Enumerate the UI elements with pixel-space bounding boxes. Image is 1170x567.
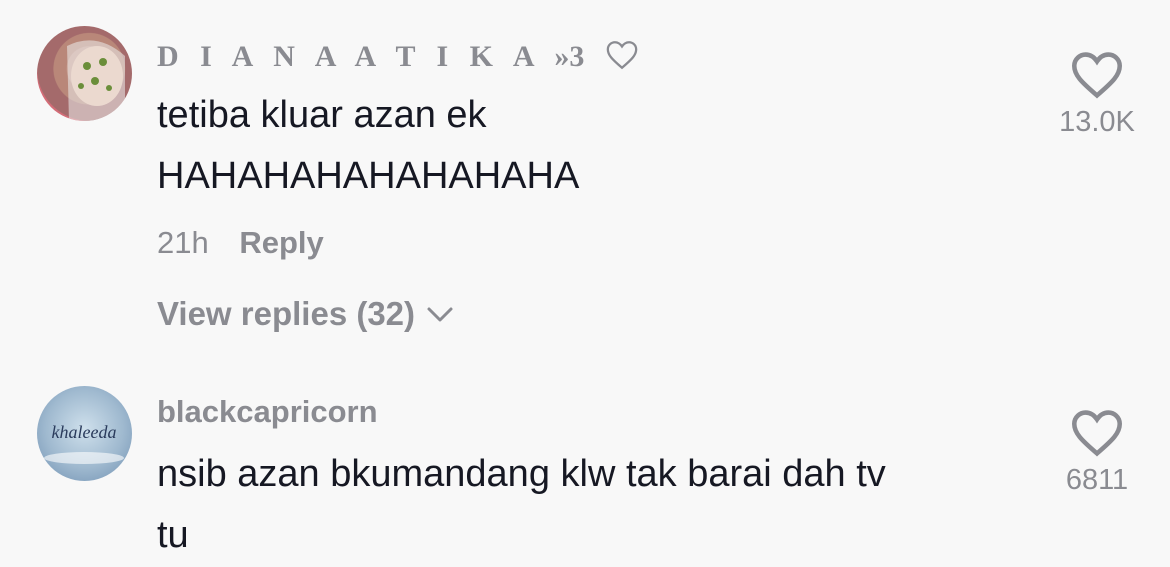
comment-text-line: HAHAHAHAHAHAHAHA — [157, 155, 580, 197]
comment-item: khaleeda blackcapricorn nsib azan bkuman… — [0, 360, 1170, 567]
avatar[interactable] — [37, 26, 132, 121]
like-button[interactable]: 6811 — [1037, 408, 1157, 497]
comment-text: nsib azan bkumandang klw tak barai dah t… — [157, 444, 1037, 566]
comment-meta: 21h Reply — [157, 225, 324, 261]
username-suffix: »3 — [554, 39, 585, 73]
user-avatar-icon: khaleeda — [44, 422, 124, 464]
chevron-down-icon — [427, 307, 453, 322]
comment-text: tetiba kluar azan ek HAHAHAHAHAHAHAHA — [157, 85, 1037, 207]
comment-username[interactable]: blackcapricorn — [157, 394, 378, 430]
comment-text-line: tu — [157, 514, 189, 556]
comment-item: D I A N A A T I K A »3 tetiba kluar azan… — [0, 0, 1170, 360]
like-button[interactable]: 13.0K — [1037, 50, 1157, 139]
comment-text-line: nsib azan bkumandang klw tak barai dah t… — [157, 453, 886, 495]
reply-button[interactable]: Reply — [239, 225, 323, 260]
heart-outline-icon — [1071, 410, 1123, 457]
user-avatar-icon — [67, 40, 125, 121]
comment-username[interactable]: D I A N A A T I K A »3 — [157, 38, 639, 80]
like-count: 6811 — [1065, 464, 1129, 496]
username-text: D I A N A A T I K A — [157, 39, 540, 73]
heart-outline-icon — [605, 38, 639, 80]
avatar-text: khaleeda — [52, 422, 117, 442]
view-replies-label: View replies (32) — [157, 295, 416, 332]
avatar[interactable]: khaleeda — [37, 386, 132, 481]
like-count: 13.0K — [1059, 106, 1135, 138]
heart-outline-icon — [1071, 52, 1123, 99]
view-replies-button[interactable]: View replies (32) — [157, 295, 455, 333]
comment-time: 21h — [157, 225, 209, 260]
comment-text-line: tetiba kluar azan ek — [157, 94, 487, 136]
